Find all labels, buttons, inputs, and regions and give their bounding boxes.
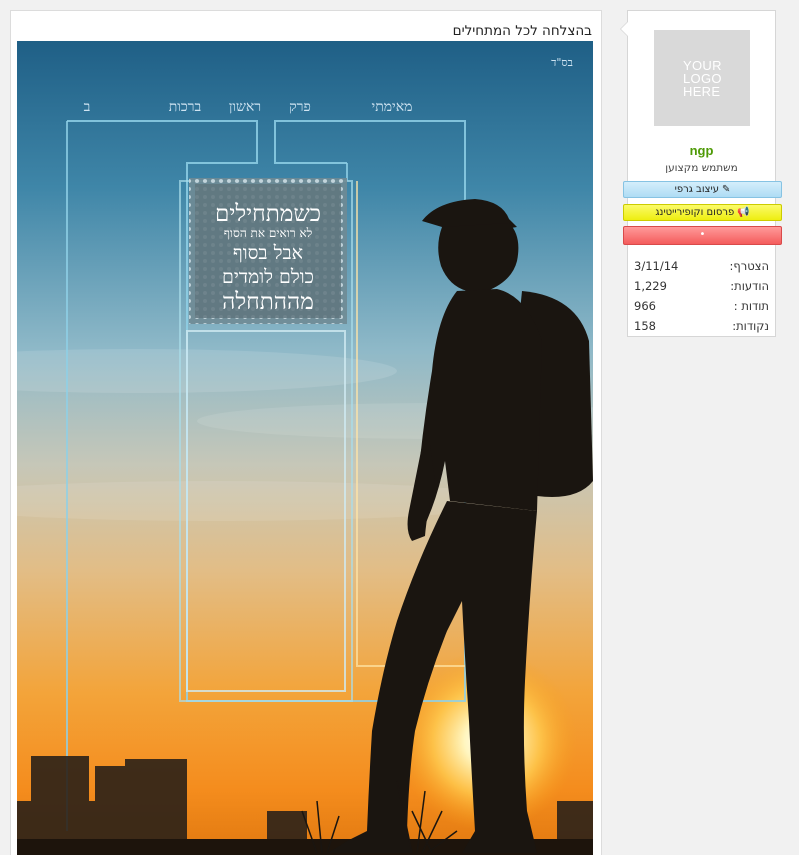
stat-label: הצטרף: bbox=[729, 259, 769, 273]
poster-header-word: ב bbox=[84, 99, 91, 115]
user-avatar[interactable]: YOUR LOGO HERE bbox=[654, 30, 750, 126]
poster-corner-text: בס"ד bbox=[551, 56, 573, 69]
poster-image: בס"ד מאימתי פרק ראשון ברכות ב כשמתחילים … bbox=[17, 41, 593, 855]
poster-quote-line: כולם לומדים bbox=[222, 266, 314, 288]
post-title: בהצלחה לכל המתחילים bbox=[452, 23, 592, 39]
poster-header-word: מאימתי bbox=[372, 99, 413, 115]
card-pointer bbox=[620, 21, 628, 37]
badge-graphic-design: ✎עיצוב גרפי bbox=[623, 181, 782, 198]
stat-label: הודעות: bbox=[730, 279, 769, 293]
badge-label: עיצוב גרפי bbox=[674, 184, 719, 195]
stat-joined: הצטרף: 3/11/14 bbox=[628, 259, 775, 279]
poster-quote-line: אבל בסוף bbox=[233, 242, 303, 264]
stat-value: 158 bbox=[634, 319, 656, 333]
poster-header-word: ברכות bbox=[169, 99, 202, 115]
poster-quote-line: לא רואים את הסוף bbox=[224, 226, 313, 240]
username-link[interactable]: ngp bbox=[628, 143, 775, 158]
stat-value: 1,229 bbox=[634, 279, 667, 293]
user-card: YOUR LOGO HERE ngp משתמש מקצוען ✎עיצוב ג… bbox=[620, 10, 782, 339]
post-panel: בהצלחה לכל המתחילים בס"ד מאימתי פרק ראשו… bbox=[10, 10, 602, 855]
badge-label: • bbox=[699, 229, 706, 240]
stat-messages: הודעות: 1,229 bbox=[628, 279, 775, 299]
poster-quote-line: כשמתחילים bbox=[215, 201, 321, 227]
megaphone-icon: 📢 bbox=[737, 207, 750, 218]
poster-quote-line: מההתחלה bbox=[222, 289, 314, 315]
poster-header-word: פרק bbox=[289, 99, 311, 115]
stat-label: תודות : bbox=[733, 299, 769, 313]
stat-label: נקודות: bbox=[732, 319, 769, 333]
stat-value: 966 bbox=[634, 299, 656, 313]
user-stats: הצטרף: 3/11/14 הודעות: 1,229 תודות : 966… bbox=[628, 259, 775, 339]
stat-points: נקודות: 158 bbox=[628, 319, 775, 339]
poster-graphic: בס"ד מאימתי פרק ראשון ברכות ב כשמתחילים … bbox=[17, 41, 593, 855]
pencil-icon: ✎ bbox=[721, 184, 731, 195]
logo-text-line: HERE bbox=[683, 84, 721, 99]
poster-header-word: ראשון bbox=[229, 99, 261, 115]
stat-value: 3/11/14 bbox=[634, 259, 679, 273]
stat-thanks: תודות : 966 bbox=[628, 299, 775, 319]
user-title: משתמש מקצוען bbox=[665, 162, 738, 174]
badge-advertising: 📢פרסום וקופירייטינג bbox=[623, 204, 782, 221]
badge-red: • bbox=[623, 226, 782, 245]
badge-label: פרסום וקופירייטינג bbox=[655, 207, 735, 218]
